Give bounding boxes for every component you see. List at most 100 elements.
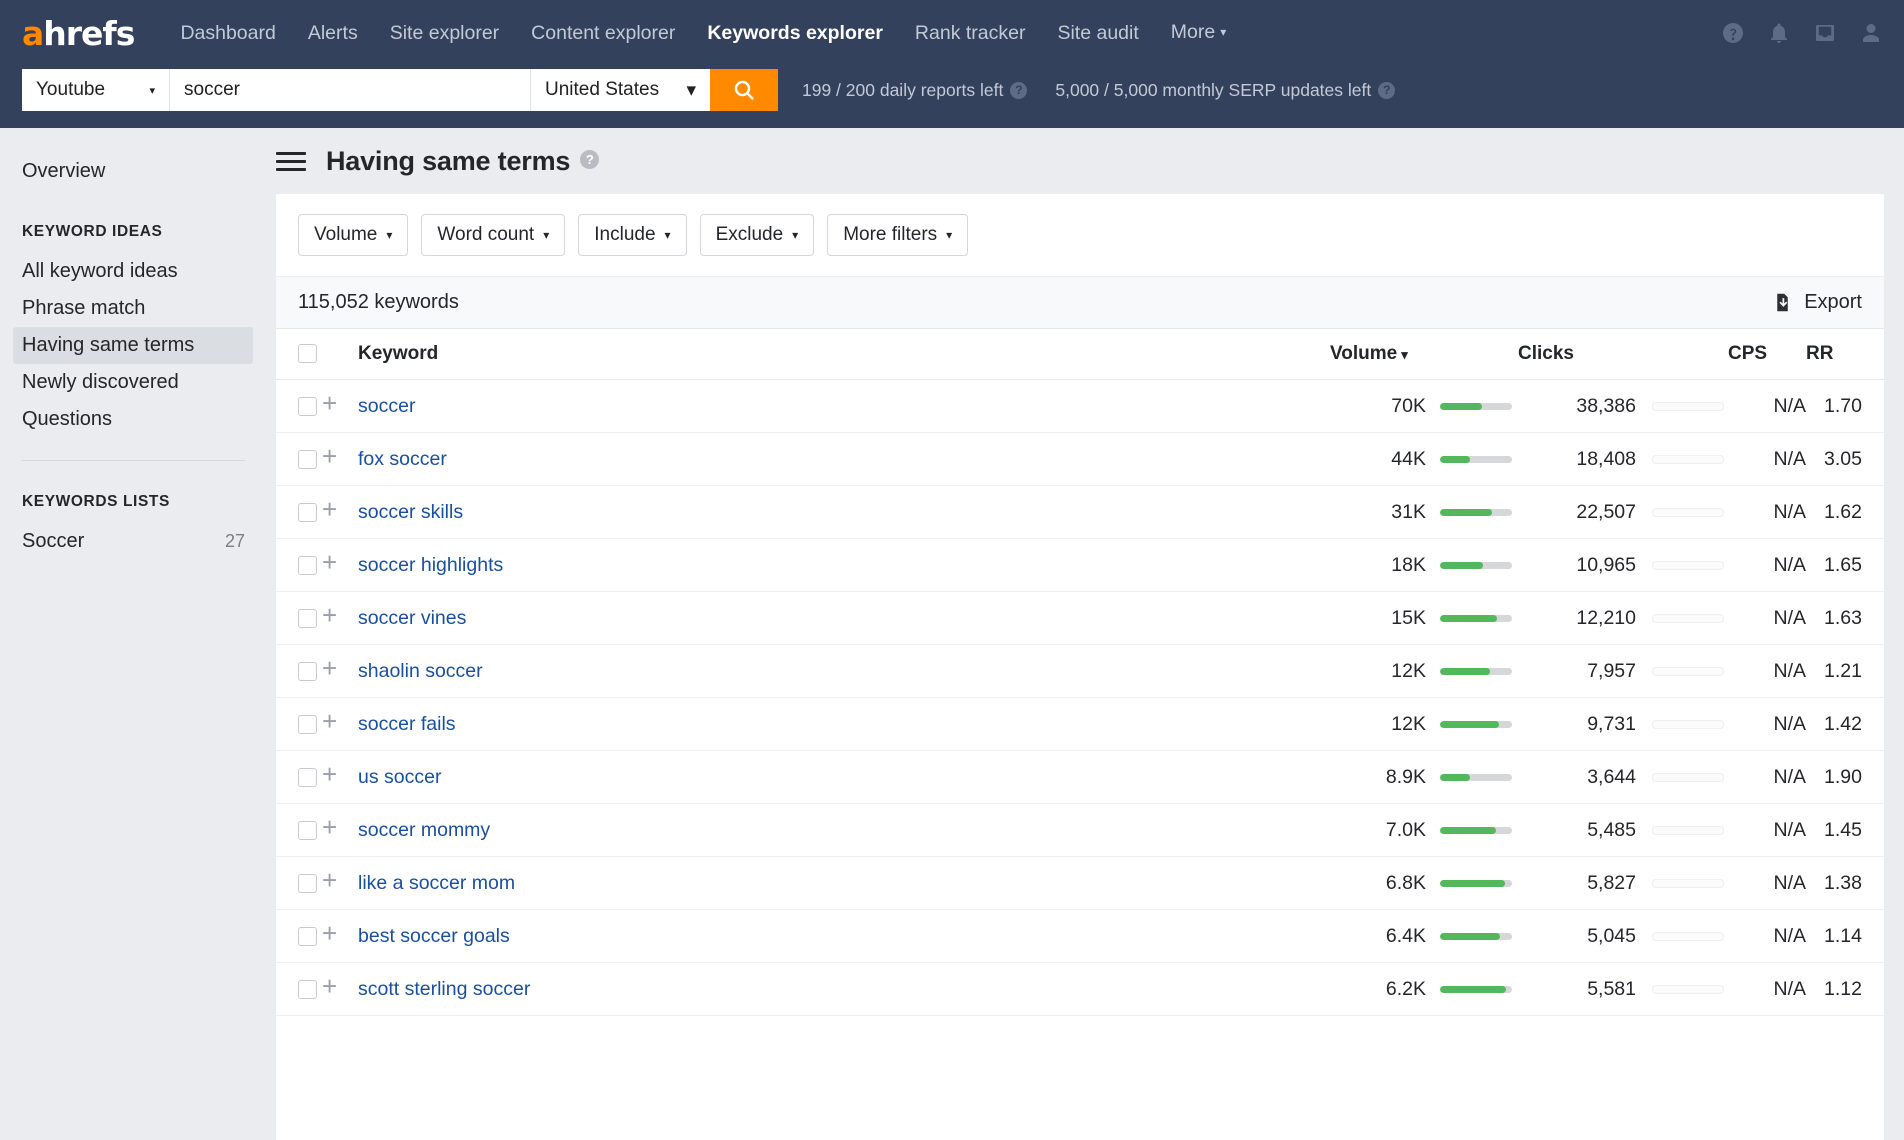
table-row[interactable]: + scott sterling soccer 6.2K 5,581 N/A 1.12	[276, 962, 1884, 1016]
sidebar-item-all-keyword-ideas[interactable]: All keyword ideas	[0, 253, 267, 290]
keyword-link[interactable]: soccer	[358, 395, 415, 417]
search-engine-select[interactable]: Youtube ▾	[22, 69, 170, 111]
search-button[interactable]	[710, 69, 778, 111]
nav-item-alerts[interactable]: Alerts	[292, 0, 374, 66]
ahrefs-logo[interactable]: ahrefs	[22, 17, 135, 50]
column-header-cps[interactable]: CPS	[1728, 329, 1806, 380]
help-icon[interactable]: ?	[580, 149, 600, 169]
search-input[interactable]	[170, 69, 530, 111]
plus-icon[interactable]: +	[322, 655, 337, 681]
inbox-icon[interactable]	[1812, 20, 1838, 46]
filter-button-more-filters[interactable]: More filters ▾	[827, 214, 969, 256]
plus-icon[interactable]: +	[322, 761, 337, 787]
keyword-link[interactable]: scott sterling soccer	[358, 978, 530, 1000]
column-header-volume[interactable]: Volume ▾	[1330, 329, 1426, 380]
table-row[interactable]: + soccer vines 15K 12,210 N/A 1.63	[276, 591, 1884, 645]
plus-icon[interactable]: +	[322, 867, 337, 893]
keyword-link[interactable]: soccer vines	[358, 607, 466, 629]
sidebar-heading-keyword-ideas: KEYWORD IDEAS	[22, 223, 163, 240]
plus-icon[interactable]: +	[322, 390, 337, 416]
table-row[interactable]: + shaolin soccer 12K 7,957 N/A 1.21	[276, 644, 1884, 698]
column-header-rr[interactable]: RR	[1806, 329, 1884, 380]
help-icon[interactable]: ?	[1010, 81, 1028, 99]
table-row[interactable]: + soccer mommy 7.0K 5,485 N/A 1.45	[276, 803, 1884, 857]
plus-icon[interactable]: +	[322, 708, 337, 734]
help-icon[interactable]: ?	[1378, 81, 1396, 99]
country-select[interactable]: United States ▾	[530, 69, 710, 111]
nav-item-rank-tracker[interactable]: Rank tracker	[899, 0, 1042, 66]
user-icon[interactable]	[1858, 20, 1884, 46]
nav-item-content-explorer[interactable]: Content explorer	[515, 0, 691, 66]
row-checkbox[interactable]	[298, 873, 317, 893]
row-checkbox[interactable]	[298, 449, 317, 469]
sidebar-item-questions[interactable]: Questions	[0, 401, 267, 438]
table-row[interactable]: + soccer highlights 18K 10,965 N/A 1.65	[276, 538, 1884, 592]
keyword-link[interactable]: soccer highlights	[358, 554, 503, 576]
keyword-link[interactable]: soccer skills	[358, 501, 463, 523]
keyword-link[interactable]: best soccer goals	[358, 925, 510, 947]
plus-icon[interactable]: +	[322, 549, 337, 575]
row-checkbox[interactable]	[298, 555, 317, 575]
table-row[interactable]: + best soccer goals 6.4K 5,045 N/A 1.14	[276, 909, 1884, 963]
table-row[interactable]: + us soccer 8.9K 3,644 N/A 1.90	[276, 750, 1884, 804]
clicks-cell: 5,581	[1518, 962, 1636, 1016]
table-row[interactable]: + soccer skills 31K 22,507 N/A 1.62	[276, 485, 1884, 539]
table-row[interactable]: + fox soccer 44K 18,408 N/A 3.05	[276, 432, 1884, 486]
sidebar-item-overview[interactable]: Overview	[0, 152, 267, 191]
nav-item-site-explorer[interactable]: Site explorer	[374, 0, 515, 66]
sidebar-list-soccer[interactable]: Soccer 27	[0, 523, 267, 560]
filter-button-word-count[interactable]: Word count ▾	[421, 214, 566, 256]
sidebar-item-having-same-terms[interactable]: Having same terms	[13, 327, 253, 364]
clicks-cell: 5,485	[1518, 803, 1636, 857]
volume-bar-fill	[1440, 826, 1497, 834]
results-panel: Volume ▾ Word count ▾ Include ▾ Exclude ▾ More f…	[276, 194, 1884, 1140]
chevron-down-icon: ▾	[946, 228, 953, 242]
table-row[interactable]: + soccer 70K 38,386 N/A 1.70	[276, 379, 1884, 433]
keyword-link[interactable]: soccer fails	[358, 713, 456, 735]
row-checkbox[interactable]	[298, 661, 317, 681]
plus-icon[interactable]: +	[322, 496, 337, 522]
row-checkbox[interactable]	[298, 926, 317, 946]
filter-button-volume[interactable]: Volume ▾	[298, 214, 409, 256]
bell-icon[interactable]	[1766, 20, 1792, 46]
hamburger-icon[interactable]	[276, 151, 306, 171]
nav-item-dashboard[interactable]: Dashboard	[164, 0, 291, 66]
chevron-down-icon: ▾	[1220, 25, 1227, 39]
sidebar-item-phrase-match[interactable]: Phrase match	[0, 290, 267, 327]
country-value: United States	[545, 79, 660, 100]
filter-button-include[interactable]: Include ▾	[578, 214, 687, 256]
row-checkbox[interactable]	[298, 767, 317, 787]
row-checkbox[interactable]	[298, 608, 317, 628]
keyword-link[interactable]: soccer mommy	[358, 819, 490, 841]
table-row[interactable]: + like a soccer mom 6.8K 5,827 N/A 1.38	[276, 856, 1884, 910]
row-checkbox[interactable]	[298, 979, 317, 999]
volume-bar	[1440, 402, 1512, 410]
volume-bar-fill	[1440, 455, 1471, 463]
help-icon[interactable]	[1720, 20, 1746, 46]
nav-item-keywords-explorer[interactable]: Keywords explorer	[691, 0, 899, 66]
plus-icon[interactable]: +	[322, 814, 337, 840]
row-checkbox[interactable]	[298, 502, 317, 522]
table-row[interactable]: + soccer fails 12K 9,731 N/A 1.42	[276, 697, 1884, 751]
row-checkbox[interactable]	[298, 714, 317, 734]
row-checkbox[interactable]	[298, 820, 317, 840]
keyword-link[interactable]: shaolin soccer	[358, 660, 483, 682]
rr-cell: 1.42	[1806, 697, 1884, 751]
row-checkbox[interactable]	[298, 396, 317, 416]
nav-item-more[interactable]: More ▾	[1155, 0, 1242, 67]
plus-icon[interactable]: +	[322, 973, 337, 999]
filter-button-exclude[interactable]: Exclude ▾	[699, 214, 815, 256]
sidebar-item-newly-discovered[interactable]: Newly discovered	[0, 364, 267, 401]
export-button[interactable]: Export	[1772, 291, 1862, 314]
add-column-header	[322, 329, 358, 380]
keyword-link[interactable]: like a soccer mom	[358, 872, 515, 894]
nav-item-site-audit[interactable]: Site audit	[1041, 0, 1154, 66]
select-all-checkbox[interactable]	[298, 344, 317, 364]
plus-icon[interactable]: +	[322, 443, 337, 469]
plus-icon[interactable]: +	[322, 602, 337, 628]
plus-icon[interactable]: +	[322, 920, 337, 946]
column-header-keyword[interactable]: Keyword	[358, 329, 1330, 380]
keyword-link[interactable]: us soccer	[358, 766, 441, 788]
keyword-link[interactable]: fox soccer	[358, 448, 447, 470]
column-header-clicks[interactable]: Clicks	[1518, 329, 1636, 380]
